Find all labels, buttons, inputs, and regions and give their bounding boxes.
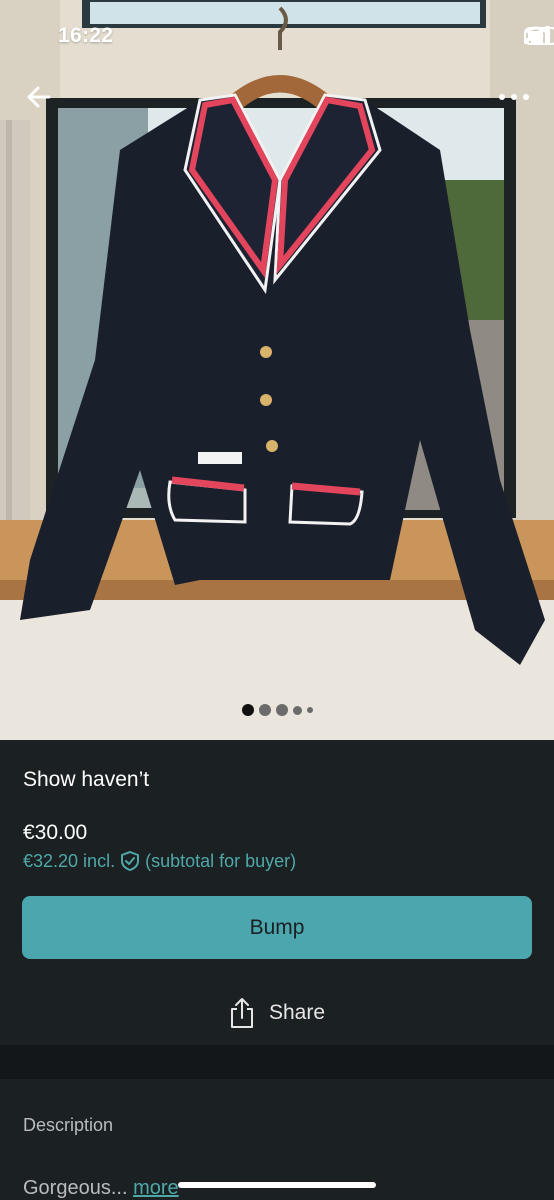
- pager-dot[interactable]: [292, 705, 302, 715]
- photo-pager: [0, 704, 554, 716]
- description-text-row: Gorgeous... more: [23, 1177, 179, 1200]
- share-button[interactable]: Share: [0, 990, 554, 1036]
- description-more-link[interactable]: more: [133, 1177, 179, 1199]
- more-options-button[interactable]: [496, 82, 532, 112]
- description-heading: Description: [23, 1115, 114, 1135]
- status-bar: 16:22: [0, 0, 554, 60]
- listing-info: Show haven’t €30.00 €32.20 incl. (subtot…: [0, 740, 554, 1045]
- more-dots-icon: [499, 94, 529, 100]
- pager-dot[interactable]: [258, 704, 271, 716]
- pager-dot[interactable]: [306, 707, 313, 713]
- description-text: Gorgeous...: [23, 1177, 128, 1199]
- buyer-price-row[interactable]: €32.20 incl. (subtotal for buyer): [23, 850, 296, 872]
- buyer-price: €32.20 incl.: [23, 850, 116, 871]
- buyer-price-note: (subtotal for buyer): [145, 850, 297, 871]
- home-indicator[interactable]: [178, 1182, 376, 1188]
- share-label: Share: [268, 1001, 326, 1024]
- jacket-photo-illustration: [0, 0, 554, 740]
- back-arrow-icon: [27, 86, 51, 108]
- section-divider: [0, 1045, 554, 1079]
- share-icon: [230, 998, 253, 1028]
- status-time: 16:22: [58, 24, 114, 47]
- listing-photo[interactable]: 16:22: [0, 0, 554, 740]
- pager-dot[interactable]: [275, 704, 288, 716]
- battery-icon: [524, 27, 554, 45]
- bump-button[interactable]: Bump: [22, 896, 532, 959]
- listing-price: €30.00: [23, 821, 88, 844]
- pager-dot-active[interactable]: [241, 704, 254, 716]
- back-button[interactable]: [22, 80, 56, 114]
- listing-title: Show haven’t: [23, 768, 150, 791]
- shield-check-icon: [121, 851, 140, 871]
